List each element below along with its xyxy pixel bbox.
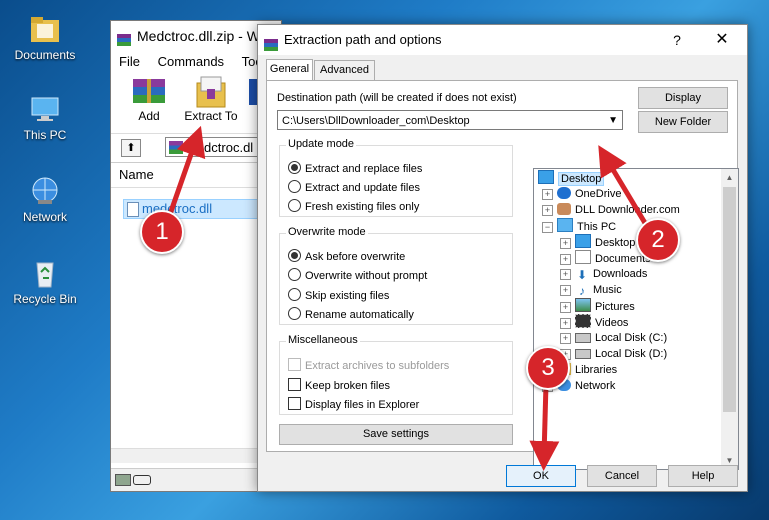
arrow-3 xyxy=(529,383,560,471)
step-marker-1: 1 xyxy=(140,210,184,254)
arrow-1 xyxy=(165,125,206,221)
step-marker-3: 3 xyxy=(526,346,570,390)
step-marker-2: 2 xyxy=(636,218,680,262)
arrow-2 xyxy=(598,145,651,230)
